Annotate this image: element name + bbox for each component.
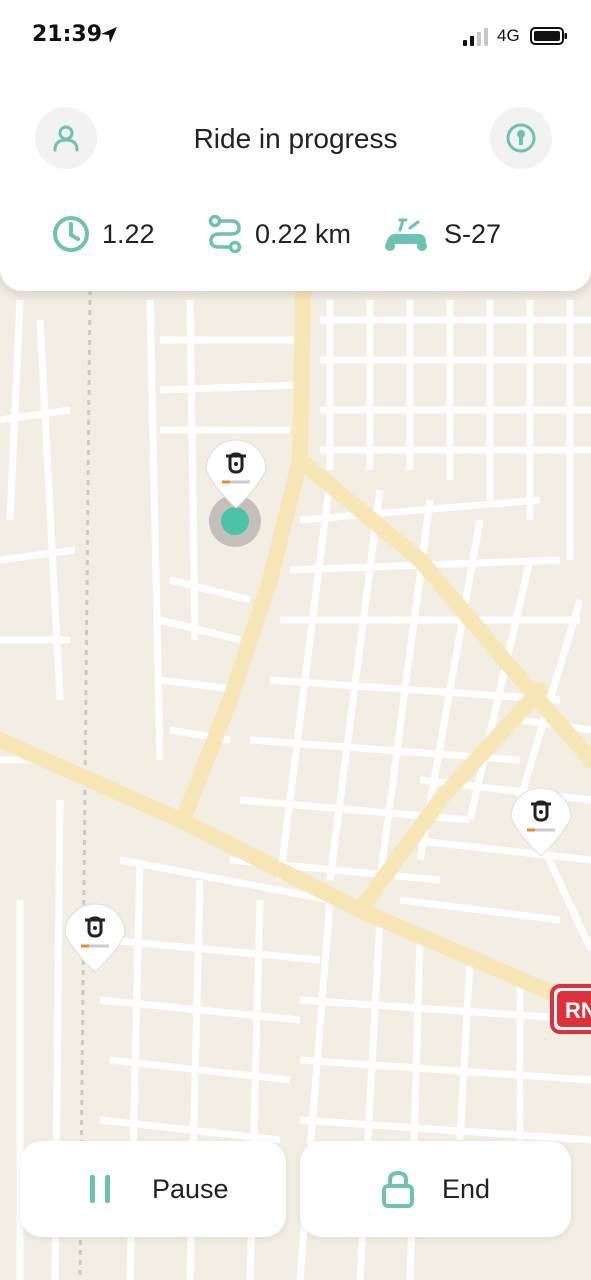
pause-button[interactable]: Pause xyxy=(20,1141,286,1237)
signal-icon xyxy=(463,28,488,46)
ride-distance-stat: 0.22 km xyxy=(207,210,351,258)
key-button[interactable] xyxy=(490,107,552,169)
ride-time-stat: 1.22 xyxy=(52,210,155,258)
pause-label: Pause xyxy=(152,1173,229,1204)
pause-icon xyxy=(90,1175,110,1203)
clock-icon xyxy=(53,216,89,252)
ride-time-value: 1.22 xyxy=(102,218,155,249)
status-time: 21:39 xyxy=(32,22,103,47)
location-arrow-icon xyxy=(101,27,117,43)
status-bar: 21:39 4G xyxy=(0,0,591,70)
page-title: Ride in progress xyxy=(193,123,398,154)
ride-header-card: Ride in progress 1.22 0.22 km S-27 xyxy=(0,60,591,291)
network-label: 4G xyxy=(497,26,520,45)
route-icon xyxy=(208,215,242,253)
road-badge: RN xyxy=(550,984,591,1034)
battery-icon xyxy=(530,27,567,45)
ride-distance-value: 0.22 km xyxy=(255,218,352,249)
scooter-id-stat: S-27 xyxy=(380,210,501,258)
profile-button[interactable] xyxy=(35,107,97,169)
lock-icon xyxy=(382,1170,414,1208)
key-icon xyxy=(506,123,536,153)
profile-icon xyxy=(53,125,79,152)
road-badge-label: RN xyxy=(565,998,591,1023)
end-label: End xyxy=(442,1173,491,1204)
scooter-icon xyxy=(385,218,427,251)
end-ride-button[interactable]: End xyxy=(300,1141,571,1237)
scooter-id-value: S-27 xyxy=(444,218,502,249)
